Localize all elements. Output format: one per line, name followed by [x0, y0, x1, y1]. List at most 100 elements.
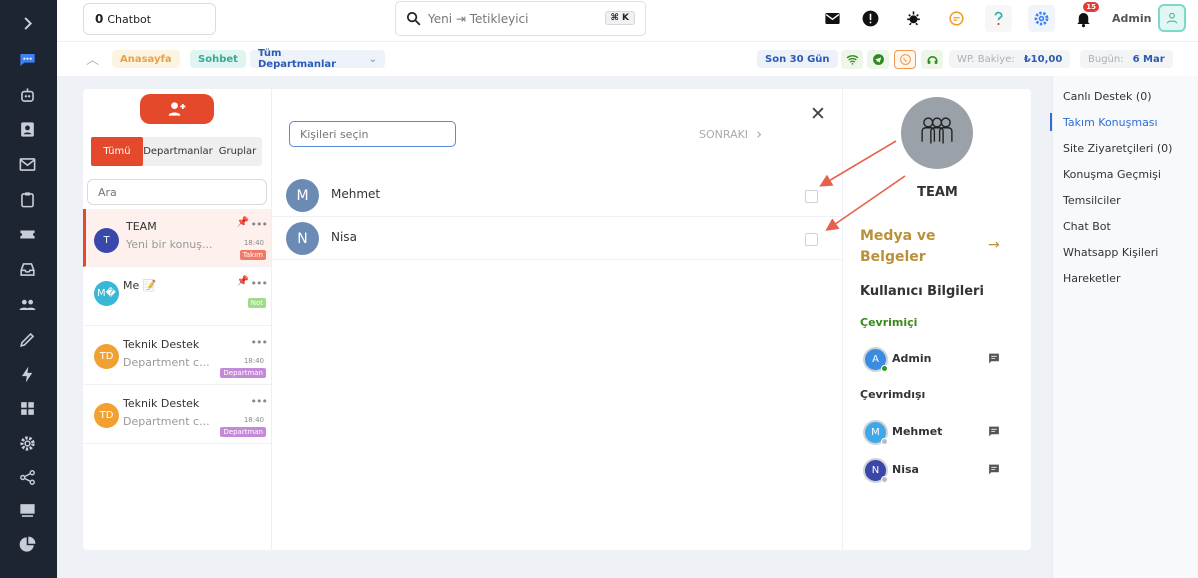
- wifi-icon[interactable]: [841, 50, 863, 69]
- inbox-icon[interactable]: [14, 258, 40, 280]
- person-row[interactable]: M Mehmet: [272, 174, 842, 217]
- nav-chat-history[interactable]: Konuşma Geçmişi: [1063, 168, 1161, 181]
- chat-item-name: Teknik Destek: [123, 338, 200, 351]
- monitor-icon[interactable]: [14, 499, 40, 521]
- nav-chat-bot[interactable]: Chat Bot: [1063, 220, 1111, 233]
- theme-bug-icon[interactable]: [900, 5, 927, 32]
- tab-departments[interactable]: Departmanlar: [143, 137, 213, 166]
- date-range[interactable]: Son 30 Gün: [757, 50, 838, 68]
- clipboard-icon[interactable]: [14, 188, 40, 210]
- message-icon[interactable]: [987, 463, 1001, 476]
- bot-icon[interactable]: [14, 84, 40, 106]
- person-checkbox[interactable]: [805, 190, 818, 203]
- chat-item-time: 18:40: [243, 239, 264, 247]
- chat-item-tag: Departman: [220, 427, 266, 437]
- contacts-icon[interactable]: [14, 118, 40, 140]
- avatar: M: [286, 179, 319, 212]
- nav-team-chat[interactable]: Takım Konuşması: [1063, 116, 1158, 129]
- pin-icon[interactable]: 📌: [237, 217, 249, 228]
- member-row[interactable]: A Admin: [860, 347, 1010, 373]
- ticket-icon[interactable]: [14, 223, 40, 245]
- breadcrumb-home[interactable]: Anasayfa: [112, 50, 180, 68]
- support-chat-icon[interactable]: [943, 5, 970, 32]
- team-avatar: [901, 97, 973, 169]
- chat-item-teknik-destek[interactable]: TD Teknik Destek Department c... ••• 18:…: [83, 386, 271, 444]
- users-icon[interactable]: [14, 293, 40, 315]
- add-user-button[interactable]: [140, 94, 214, 124]
- chat-item-name: Me 📝: [123, 279, 157, 292]
- expand-chevron-icon[interactable]: [14, 12, 40, 34]
- today-value: 6 Mar: [1132, 53, 1165, 65]
- avatar: M�: [94, 281, 119, 306]
- admin-name[interactable]: Admin: [1112, 12, 1151, 25]
- headset-icon[interactable]: [921, 50, 943, 69]
- person-name: Mehmet: [331, 187, 381, 201]
- global-search[interactable]: Yeni ⇥ Tetikleyici ⌘ K: [395, 1, 646, 36]
- pie-chart-icon[interactable]: [14, 533, 40, 555]
- breadcrumb-chat[interactable]: Sohbet: [190, 50, 246, 68]
- avatar: TD: [94, 344, 119, 369]
- nav-site-visitors[interactable]: Site Ziyaretçileri (0): [1063, 142, 1172, 155]
- admin-avatar[interactable]: [1158, 4, 1186, 32]
- person-name: Nisa: [331, 230, 357, 244]
- lightning-icon[interactable]: [14, 363, 40, 385]
- chatbot-counter[interactable]: 0 Chatbot: [83, 3, 216, 35]
- chat-item-tag: Takım: [239, 250, 266, 260]
- right-nav: Canlı Destek (0) Takım Konuşması Site Zi…: [1050, 76, 1198, 578]
- more-icon[interactable]: •••: [251, 277, 268, 290]
- close-icon[interactable]: ✕: [810, 103, 826, 125]
- nav-live-support[interactable]: Canlı Destek (0): [1063, 90, 1152, 103]
- message-icon[interactable]: [987, 425, 1001, 438]
- chat-list-panel: Tümü Departmanlar Gruplar T TEAM Yeni bi…: [83, 89, 272, 550]
- department-select[interactable]: Tüm Departmanlar ⌄: [250, 48, 385, 70]
- nav-activities[interactable]: Hareketler: [1063, 272, 1120, 285]
- tab-groups[interactable]: Gruplar: [213, 137, 262, 166]
- share-icon[interactable]: [14, 466, 40, 488]
- chevron-up-icon[interactable]: ︿: [86, 49, 99, 68]
- chatbot-count: 0: [95, 12, 104, 26]
- person-row[interactable]: N Nisa: [272, 217, 842, 260]
- chat-search-input[interactable]: [87, 179, 267, 205]
- member-row[interactable]: N Nisa: [860, 458, 1010, 484]
- help-icon[interactable]: [985, 5, 1012, 32]
- more-icon[interactable]: •••: [251, 336, 268, 349]
- arrow-right-icon[interactable]: →: [988, 237, 1000, 253]
- next-button[interactable]: SONRAKI ›: [699, 125, 762, 143]
- bell-icon[interactable]: 15: [1070, 2, 1099, 32]
- chat-item-team[interactable]: T TEAM Yeni bir konuş... 📌 ••• 18:40 Tak…: [83, 209, 271, 267]
- grid-icon[interactable]: [14, 397, 40, 419]
- more-icon[interactable]: •••: [251, 218, 268, 231]
- media-link[interactable]: Medya ve Belgeler: [860, 226, 955, 268]
- pin-icon[interactable]: 📌: [237, 276, 249, 287]
- edit-icon[interactable]: [14, 328, 40, 350]
- active-indicator: [1050, 113, 1052, 131]
- department-select-label: Tüm Departmanlar: [258, 48, 337, 70]
- mail-icon[interactable]: [14, 153, 40, 175]
- alert-icon[interactable]: [857, 5, 884, 32]
- member-row[interactable]: M Mehmet: [860, 420, 1010, 446]
- settings-icon[interactable]: [14, 432, 40, 454]
- online-status-dot: [881, 365, 888, 372]
- gear-icon[interactable]: [1028, 5, 1055, 32]
- member-select-panel: SONRAKI › ✕ M Mehmet N Nisa: [272, 89, 842, 550]
- chat-item-time: 18:40: [243, 416, 264, 424]
- chat-icon[interactable]: [14, 48, 40, 70]
- whatsapp-icon[interactable]: [894, 50, 916, 69]
- chat-item-time: 18:40: [243, 357, 264, 365]
- chat-card: Tümü Departmanlar Gruplar T TEAM Yeni bi…: [83, 89, 1031, 550]
- chat-item-teknik-destek[interactable]: TD Teknik Destek Department c... ••• 18:…: [83, 327, 271, 385]
- people-search-input[interactable]: [289, 121, 456, 147]
- mail-icon[interactable]: [819, 5, 846, 32]
- more-icon[interactable]: •••: [251, 395, 268, 408]
- nav-whatsapp-contacts[interactable]: Whatsapp Kişileri: [1063, 246, 1158, 259]
- chatbot-label: Chatbot: [107, 12, 152, 26]
- nav-agents[interactable]: Temsilciler: [1063, 194, 1121, 207]
- message-icon[interactable]: [987, 352, 1001, 365]
- person-checkbox[interactable]: [805, 233, 818, 246]
- chat-item-me[interactable]: M� Me 📝 📌 ••• Not: [83, 268, 271, 326]
- subbar: ︿ Anasayfa Sohbet Tüm Departmanlar ⌄ Son …: [57, 42, 1198, 76]
- telegram-icon[interactable]: [867, 50, 889, 69]
- online-title: Çevrimiçi: [860, 316, 918, 329]
- tab-all[interactable]: Tümü: [91, 137, 143, 166]
- offline-title: Çevrimdışı: [860, 388, 926, 401]
